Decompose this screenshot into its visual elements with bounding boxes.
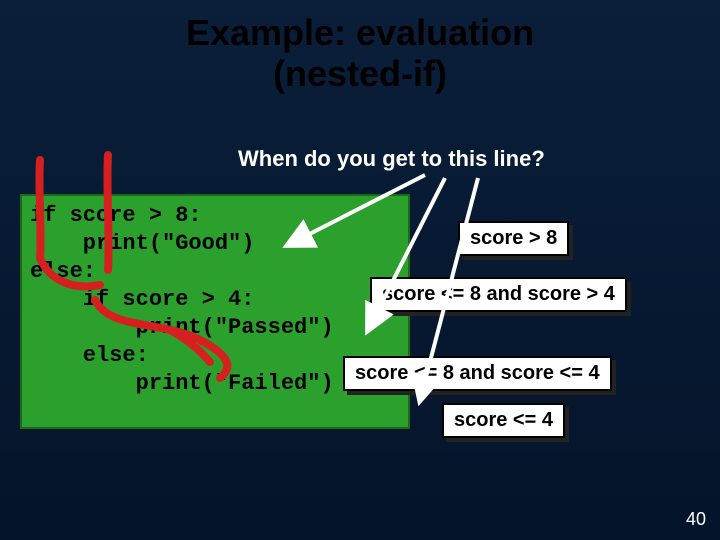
slide-title: Example: evaluation (nested-if) (0, 0, 720, 95)
title-line-1: Example: evaluation (186, 12, 534, 53)
page-number: 40 (686, 509, 706, 530)
condition-box-4: score <= 4 (442, 403, 565, 438)
title-line-2: (nested-if) (273, 53, 447, 94)
condition-box-2: score <= 8 and score > 4 (370, 277, 627, 312)
code-block: if score > 8: print("Good") else: if sco… (20, 194, 410, 429)
condition-box-3: score <= 8 and score <= 4 (343, 356, 612, 391)
question-text: When do you get to this line? (238, 146, 545, 172)
condition-box-1: score > 8 (458, 221, 569, 256)
